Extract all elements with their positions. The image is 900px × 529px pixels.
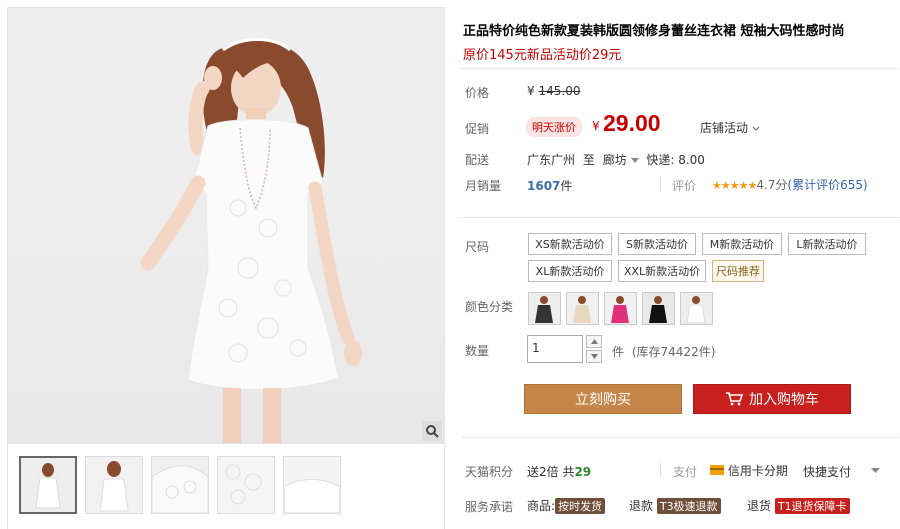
shipping-to-word: 至 bbox=[582, 153, 595, 167]
shipping-destination[interactable]: 廊坊 bbox=[603, 153, 639, 167]
rating-summary[interactable]: ★★★★★4.7分(累计评价655) bbox=[712, 176, 868, 193]
rating-label: 评价 bbox=[672, 179, 697, 193]
size-label: 尺码 bbox=[465, 240, 490, 254]
thumbnail-strip bbox=[7, 444, 445, 529]
caret-down-icon bbox=[871, 468, 880, 473]
service-return: 退货 T1退货保障卡 bbox=[747, 497, 850, 514]
rating-score: 4.7分 bbox=[756, 178, 788, 192]
caret-down-icon bbox=[630, 158, 639, 163]
stock-info: 件 (库存74422件) bbox=[612, 343, 715, 360]
size-option-m[interactable]: M新款活动价 bbox=[702, 233, 782, 255]
points-info: 送2倍 共29 bbox=[527, 463, 591, 480]
color-swatch-white[interactable] bbox=[680, 292, 713, 325]
payment-dropdown[interactable] bbox=[871, 463, 880, 477]
quick-pay[interactable]: 快捷支付 bbox=[803, 463, 851, 480]
payment-label: 支付 bbox=[673, 465, 698, 479]
original-price-currency: ¥ bbox=[527, 84, 535, 98]
points-amount: 29 bbox=[574, 465, 592, 479]
monthly-sales-count: 1607 bbox=[527, 179, 561, 193]
bottom-divider bbox=[461, 437, 899, 438]
cart-icon bbox=[726, 392, 743, 406]
service-refund: 退款 T3极速退款 bbox=[629, 497, 721, 514]
color-swatch-apricot[interactable] bbox=[566, 292, 599, 325]
color-swatch-rose[interactable] bbox=[604, 292, 637, 325]
size-recommend-button[interactable]: 尺码推荐 bbox=[712, 260, 764, 282]
thumbnail-4[interactable] bbox=[217, 456, 275, 514]
shipping-label: 配送 bbox=[465, 153, 490, 167]
express-fee: 快递: 8.00 bbox=[646, 153, 705, 167]
sales-divider bbox=[660, 177, 661, 191]
title-divider bbox=[461, 68, 899, 69]
review-count-link[interactable]: (累计评价655) bbox=[787, 178, 867, 192]
quantity-decrease-button[interactable] bbox=[586, 350, 602, 363]
product-title: 正品特价纯色新款夏装韩版圆领修身蕾丝连衣裙 短袖大码性感时尚 bbox=[463, 24, 845, 39]
quantity-increase-button[interactable] bbox=[586, 335, 602, 348]
credit-installment-label: 信用卡分期 bbox=[727, 464, 788, 478]
color-swatch-black[interactable] bbox=[642, 292, 675, 325]
thumbnail-5[interactable] bbox=[283, 456, 341, 514]
magnifier-icon bbox=[426, 425, 439, 438]
rating-stars-icon: ★★★★★ bbox=[712, 179, 757, 192]
color-swatch-black-lace[interactable] bbox=[528, 292, 561, 325]
thumbnail-active-caret bbox=[43, 456, 55, 457]
promo-label: 促销 bbox=[465, 122, 490, 136]
monthly-sales: 1607件 bbox=[527, 177, 572, 194]
service-label: 服务承诺 bbox=[465, 500, 514, 514]
points-label: 天猫积分 bbox=[465, 465, 514, 479]
points-divider bbox=[660, 463, 661, 477]
quantity-unit: 件 bbox=[612, 345, 625, 359]
monthly-sales-label: 月销量 bbox=[465, 179, 502, 193]
return-guarantee-badge[interactable]: T1退货保障卡 bbox=[774, 498, 850, 514]
buy-now-button[interactable]: 立刻购买 bbox=[524, 384, 682, 414]
promo-price: 29.00 bbox=[603, 110, 661, 136]
monthly-sales-unit: 件 bbox=[560, 179, 573, 193]
points-send: 送2倍 共 bbox=[527, 465, 575, 479]
original-price: ¥ 145.00 bbox=[527, 84, 580, 98]
main-product-image[interactable] bbox=[7, 7, 445, 444]
product-subtitle: 原价145元新品活动价29元 bbox=[463, 48, 622, 63]
add-to-cart-label: 加入购物车 bbox=[749, 392, 819, 408]
thumbnail-1[interactable] bbox=[19, 456, 77, 514]
quantity-label: 数量 bbox=[465, 344, 490, 358]
size-option-xl[interactable]: XL新款活动价 bbox=[528, 260, 612, 282]
service-refund-label: 退款 bbox=[629, 499, 654, 513]
original-price-value: 145.00 bbox=[538, 84, 581, 98]
store-promo-dropdown[interactable]: 店铺活动 bbox=[700, 119, 760, 136]
size-option-l[interactable]: L新款活动价 bbox=[788, 233, 866, 255]
service-goods: 商品: 按时发货 bbox=[527, 497, 606, 514]
size-option-xxl[interactable]: XXL新款活动价 bbox=[618, 260, 706, 282]
zoom-button[interactable] bbox=[422, 421, 442, 441]
thumbnail-3[interactable] bbox=[151, 456, 209, 514]
price-currency: ¥ bbox=[592, 119, 600, 133]
credit-card-icon bbox=[710, 465, 724, 475]
stock-count: (库存74422件) bbox=[631, 345, 716, 359]
add-to-cart-button[interactable]: 加入购物车 bbox=[693, 384, 851, 414]
fast-refund-badge[interactable]: T3极速退款 bbox=[656, 498, 721, 514]
store-promo-label: 店铺活动 bbox=[700, 121, 749, 135]
price-rise-badge: 明天涨价 bbox=[526, 117, 582, 137]
thumbnail-2[interactable] bbox=[85, 456, 143, 514]
chevron-up-icon bbox=[590, 339, 598, 344]
spec-divider bbox=[461, 217, 899, 218]
size-option-xs[interactable]: XS新款活动价 bbox=[528, 233, 612, 255]
chevron-down-icon bbox=[752, 126, 760, 131]
chevron-down-icon bbox=[590, 354, 598, 359]
shipping-info: 广东广州 至 廊坊 快递: 8.00 bbox=[527, 151, 705, 168]
size-option-s[interactable]: S新款活动价 bbox=[618, 233, 696, 255]
ontime-shipping-badge[interactable]: 按时发货 bbox=[555, 498, 606, 514]
service-goods-label: 商品: bbox=[527, 499, 556, 513]
quantity-input[interactable]: 1 bbox=[527, 335, 583, 363]
service-return-label: 退货 bbox=[747, 499, 772, 513]
product-photo bbox=[140, 38, 362, 443]
credit-installment[interactable]: 信用卡分期 bbox=[710, 462, 788, 479]
original-price-label: 价格 bbox=[465, 86, 490, 100]
color-label: 颜色分类 bbox=[465, 300, 514, 314]
shipping-from: 广东广州 bbox=[527, 153, 576, 167]
